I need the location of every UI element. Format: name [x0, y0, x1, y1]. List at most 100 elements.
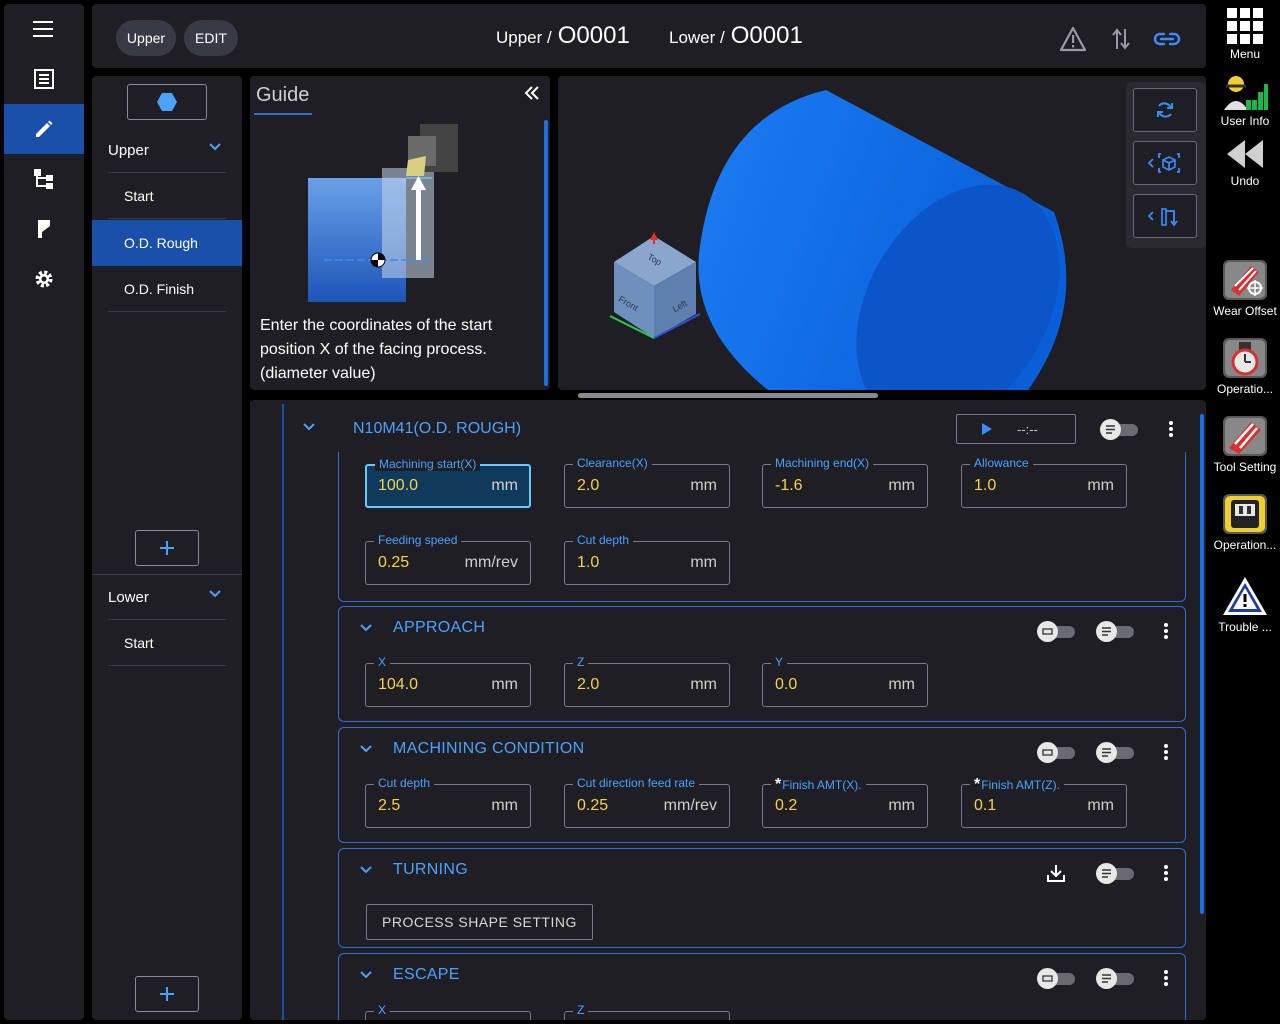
finish-amt-z-field[interactable]: *Finish AMT(Z). 0.1 mm — [961, 776, 1127, 828]
field-unit: mm — [690, 676, 717, 693]
chevron-down-icon[interactable] — [359, 623, 373, 633]
download-icon[interactable] — [1046, 863, 1066, 883]
3d-view-panel[interactable]: Top Front Left — [558, 76, 1206, 390]
lower-group-header[interactable]: Lower — [92, 575, 242, 619]
header-bar: Upper EDIT Upper / O0001 Lower / O0001 — [92, 4, 1206, 68]
add-lower-process-button[interactable] — [135, 976, 199, 1012]
upper-mode-pill[interactable]: Upper — [116, 20, 176, 56]
field-unit: mm — [888, 477, 915, 494]
comment-toggle[interactable] — [1096, 621, 1134, 642]
process-item-od-finish[interactable]: O.D. Finish — [108, 266, 226, 312]
process-more-options[interactable] — [1166, 419, 1176, 439]
reset-view-button[interactable] — [1133, 88, 1197, 132]
left-nav — [4, 4, 84, 1020]
comment-toggle[interactable] — [1096, 968, 1134, 989]
orientation-cube[interactable]: Top Front Left — [609, 232, 701, 339]
finish-amt-x-field[interactable]: *Finish AMT(X). 0.2 mm — [762, 776, 928, 828]
chevron-down-icon[interactable] — [359, 744, 373, 754]
transfer-button[interactable] — [1106, 24, 1136, 54]
approach-more-options[interactable] — [1161, 621, 1171, 641]
field-value: 0.25 — [577, 797, 609, 814]
program-list-button[interactable] — [4, 54, 84, 104]
wear-offset-label: Wear Offset — [1213, 304, 1277, 318]
editor-scrollbar[interactable] — [1200, 414, 1204, 914]
operation-timer-button[interactable]: Operatio... — [1210, 336, 1280, 396]
clearance-x-field[interactable]: Clearance(X) 2.0 mm — [564, 456, 730, 508]
turning-more-options[interactable] — [1161, 863, 1171, 883]
tool-setting-button[interactable]: Tool Setting — [1210, 414, 1280, 474]
field-label-with-required: *Finish AMT(X). — [771, 776, 866, 794]
guide-scrollbar[interactable] — [544, 120, 548, 386]
field-unit: mm — [491, 676, 518, 693]
view-controls — [1126, 82, 1206, 248]
lower-group-label: Lower — [108, 588, 149, 606]
skip-toggle[interactable] — [1037, 968, 1075, 989]
tree-view-button[interactable] — [4, 154, 84, 204]
process-item-od-rough[interactable]: O.D. Rough — [92, 220, 242, 266]
trouble-button[interactable]: Trouble ... — [1210, 574, 1280, 634]
process-shape-setting-button[interactable]: PROCESS SHAPE SETTING — [366, 904, 593, 940]
comment-icon — [1106, 425, 1115, 434]
menu-button[interactable]: Menu — [1210, 6, 1280, 61]
field-label: Cut depth — [573, 533, 634, 547]
workpiece-button[interactable] — [127, 84, 207, 120]
process-item-start[interactable]: Start — [108, 173, 226, 219]
operation-timer-icon — [1223, 338, 1267, 378]
lower-process-item-start[interactable]: Start — [108, 620, 226, 666]
alarm-button[interactable] — [1058, 24, 1088, 54]
process-time: --:-- — [1017, 421, 1038, 437]
operation-timer-label: Operatio... — [1216, 382, 1274, 396]
skip-toggle[interactable] — [1037, 621, 1075, 642]
run-simulation-button[interactable]: --:-- — [956, 414, 1076, 444]
upper-group-header[interactable]: Upper — [92, 128, 242, 172]
approach-x-field[interactable]: X 104.0 mm — [365, 655, 531, 707]
tool-path-view-button[interactable] — [1133, 194, 1197, 238]
field-value: 0.1 — [974, 797, 997, 814]
edit-button[interactable] — [4, 104, 84, 154]
hamburger-menu-button[interactable] — [4, 4, 84, 54]
chevron-down-icon[interactable] — [302, 422, 316, 432]
machining-start-x-field[interactable]: Machining start(X) 100.0 mm — [365, 457, 531, 508]
turning-title: TURNING — [393, 861, 468, 878]
escape-x-field[interactable]: X — [365, 1003, 531, 1020]
settings-button[interactable] — [4, 254, 84, 304]
view-orientation-button[interactable] — [1133, 141, 1197, 185]
allowance-field[interactable]: Allowance 1.0 mm — [961, 456, 1127, 508]
chevron-down-icon[interactable] — [359, 865, 373, 875]
field-value: 0.0 — [775, 676, 798, 693]
wear-offset-button[interactable]: Wear Offset — [1210, 258, 1280, 318]
escape-z-field[interactable]: Z — [564, 1003, 730, 1020]
chevron-down-icon[interactable] — [359, 970, 373, 980]
undo-label: Undo — [1230, 174, 1260, 188]
menu-label: Menu — [1229, 47, 1261, 61]
machining-condition-more-options[interactable] — [1161, 742, 1171, 762]
link-button[interactable] — [1152, 24, 1182, 54]
mc-cut-depth-field[interactable]: Cut depth 2.5 mm — [365, 776, 531, 828]
field-value: 1.0 — [974, 477, 997, 494]
escape-more-options[interactable] — [1161, 968, 1171, 988]
comment-toggle[interactable] — [1100, 419, 1138, 440]
comment-toggle[interactable] — [1096, 863, 1134, 884]
cut-direction-feed-rate-field[interactable]: Cut direction feed rate 0.25 mm/rev — [564, 776, 730, 828]
cut-depth-field[interactable]: Cut depth 1.0 mm — [564, 533, 730, 585]
view-horizontal-scrollbar[interactable] — [578, 393, 878, 398]
approach-z-field[interactable]: Z 2.0 mm — [564, 655, 730, 707]
machining-end-x-field[interactable]: Machining end(X) -1.6 mm — [762, 456, 928, 508]
guide-text: Enter the coordinates of the start posit… — [260, 317, 493, 382]
collapse-guide-button[interactable] — [524, 86, 540, 105]
feeding-speed-field[interactable]: Feeding speed 0.25 mm/rev — [365, 533, 531, 585]
lower-program: Lower / O0001 — [669, 22, 803, 50]
skip-toggle[interactable] — [1037, 742, 1075, 763]
trouble-label: Trouble ... — [1218, 620, 1272, 634]
operation-panel-button[interactable]: Operation... — [1210, 492, 1280, 552]
user-info-button[interactable]: User Info — [1210, 70, 1280, 128]
comment-toggle[interactable] — [1096, 742, 1134, 763]
add-upper-process-button[interactable] — [135, 530, 199, 566]
undo-button[interactable]: Undo — [1210, 136, 1280, 188]
comment-icon — [1102, 627, 1111, 636]
guide-title: Guide — [256, 84, 310, 106]
field-label: Finish AMT(Z). — [981, 778, 1060, 792]
approach-y-field[interactable]: Y 0.0 mm — [762, 655, 928, 707]
tool-path-button[interactable] — [4, 204, 84, 254]
edit-mode-pill[interactable]: EDIT — [184, 20, 238, 56]
